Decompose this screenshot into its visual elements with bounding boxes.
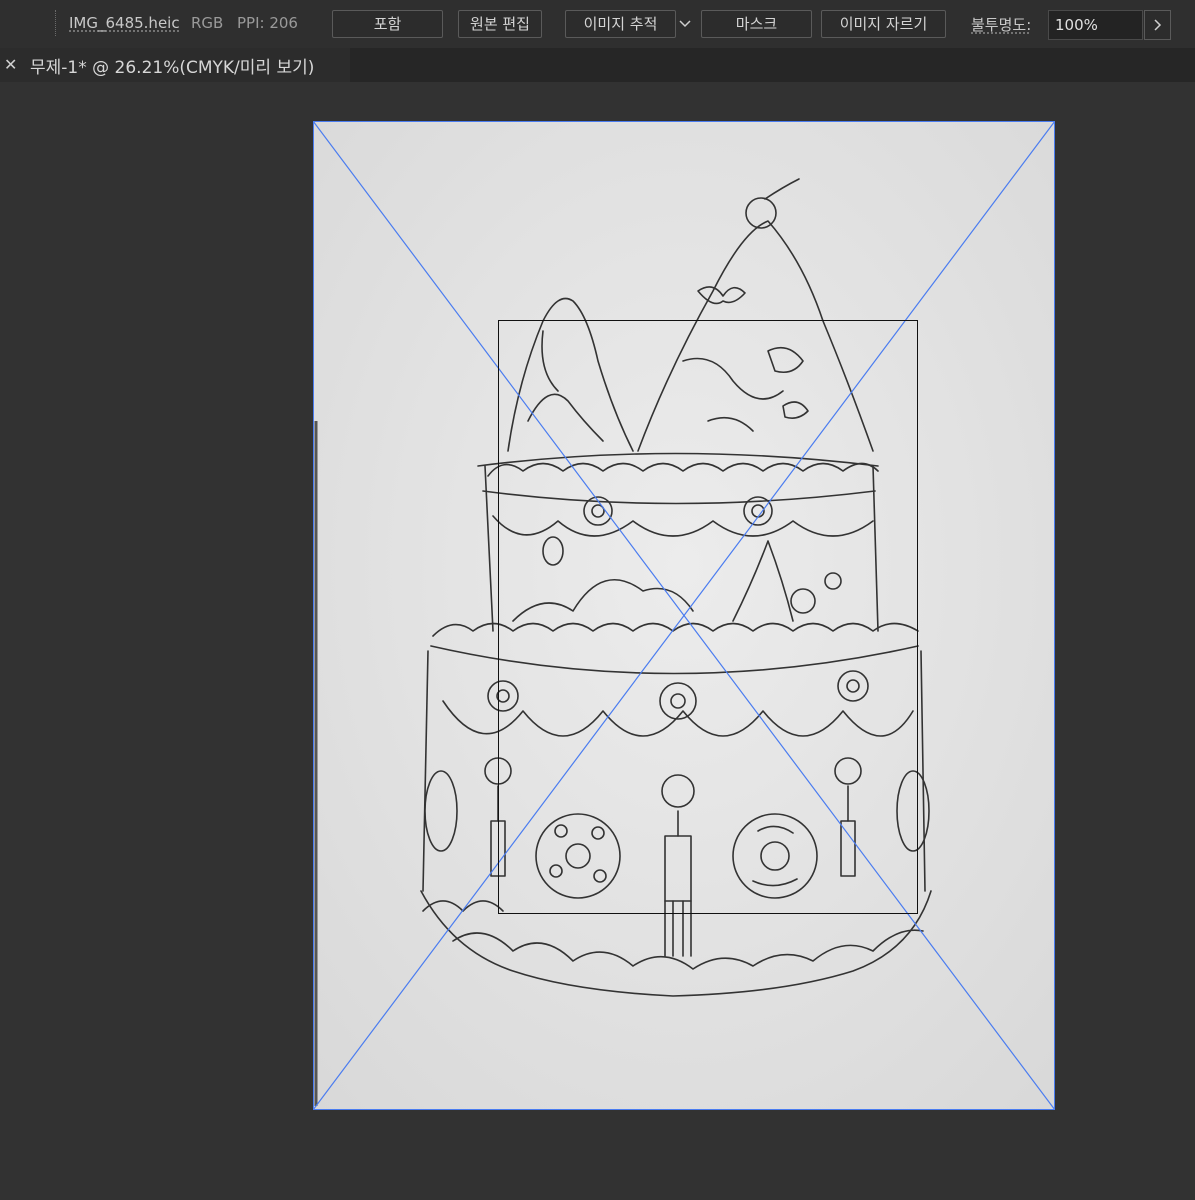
- close-icon[interactable]: ✕: [4, 55, 18, 75]
- edit-original-button[interactable]: 원본 편집: [458, 10, 542, 38]
- chevron-right-icon: [1154, 19, 1162, 31]
- color-mode: RGB: [191, 14, 224, 32]
- image-trace-button[interactable]: 이미지 추적: [565, 10, 676, 38]
- opacity-dropdown-button[interactable]: [1144, 10, 1171, 40]
- control-bar: IMG_6485.heic RGB PPI: 206 포함 원본 편집 이미지 …: [0, 0, 1195, 48]
- opacity-input[interactable]: [1048, 10, 1143, 40]
- embed-button[interactable]: 포함: [332, 10, 443, 38]
- panel-grip[interactable]: [55, 10, 58, 36]
- linked-file-name[interactable]: IMG_6485.heic: [69, 14, 180, 32]
- crop-image-button[interactable]: 이미지 자르기: [821, 10, 946, 38]
- document-tab-bar: ✕ 무제-1* @ 26.21%(CMYK/미리 보기): [0, 48, 1195, 83]
- cake-sketch-image: [313, 121, 1055, 1110]
- placed-image[interactable]: [313, 121, 1055, 1110]
- ppi-value: PPI: 206: [237, 14, 298, 32]
- chevron-down-icon: [679, 20, 691, 28]
- document-tab[interactable]: ✕ 무제-1* @ 26.21%(CMYK/미리 보기): [0, 48, 350, 82]
- mask-button[interactable]: 마스크: [701, 10, 812, 38]
- opacity-label[interactable]: 불투명도:: [971, 14, 1031, 35]
- document-tab-title: 무제-1* @ 26.21%(CMYK/미리 보기): [30, 58, 315, 78]
- image-trace-dropdown[interactable]: [677, 12, 693, 36]
